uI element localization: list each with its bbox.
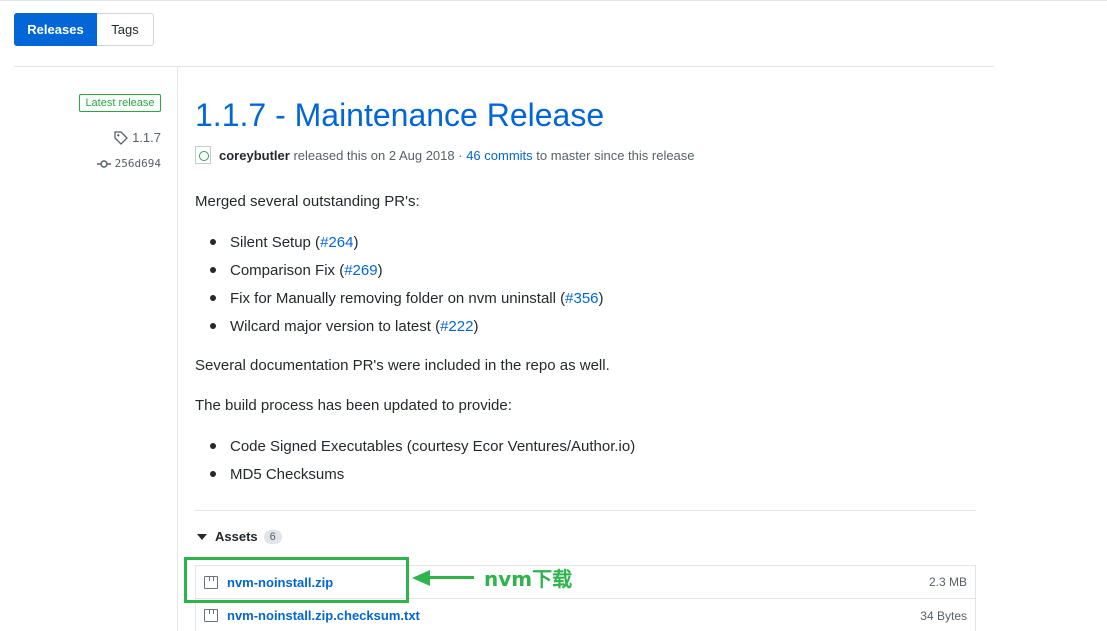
list-item: Code Signed Executables (courtesy Ecor V… — [195, 432, 635, 460]
tab-tags[interactable]: Tags — [97, 13, 154, 46]
build-list: Code Signed Executables (courtesy Ecor V… — [195, 432, 635, 488]
avatar[interactable] — [195, 146, 211, 164]
intro-text: Merged several outstanding PR's: — [195, 193, 420, 210]
pr-list: Silent Setup (#264) Comparison Fix (#269… — [195, 228, 604, 340]
list-item: Wilcard major version to latest (#222) — [195, 312, 604, 340]
assets-label: Assets — [215, 529, 258, 544]
build-intro: The build process has been updated to pr… — [195, 397, 512, 414]
asset-download-link[interactable]: nvm-noinstall.zip.checksum.txt — [227, 608, 420, 623]
docs-note: Several documentation PR's were included… — [195, 357, 610, 374]
commits-link[interactable]: 46 commits — [466, 148, 532, 163]
list-item: Silent Setup (#264) — [195, 228, 604, 256]
latest-release-badge: Latest release — [79, 94, 161, 112]
commit-sha: 256d694 — [114, 157, 161, 170]
assets-toggle[interactable]: Assets 6 — [197, 529, 282, 544]
asset-size: 2.3 MB — [928, 575, 967, 589]
release-tabs: Releases Tags — [14, 13, 154, 46]
list-item: Fix for Manually removing folder on nvm … — [195, 284, 604, 312]
assets-divider — [195, 510, 976, 511]
assets-count: 6 — [263, 529, 282, 544]
commit-icon — [96, 159, 111, 168]
tag-label: 1.1.7 — [132, 130, 161, 145]
top-border — [0, 0, 1107, 1]
caret-down-icon — [197, 533, 207, 540]
released-text: released this on 2 Aug 2018 · — [293, 147, 463, 163]
divider — [14, 66, 994, 67]
pr-link[interactable]: #356 — [565, 290, 598, 307]
tag-link[interactable]: 1.1.7 — [114, 130, 161, 145]
list-item: MD5 Checksums — [195, 460, 635, 488]
package-icon — [204, 609, 218, 622]
release-title[interactable]: 1.1.7 - Maintenance Release — [195, 97, 604, 134]
timeline-line — [177, 67, 178, 631]
since-text: to master since this release — [536, 147, 695, 163]
tag-icon — [114, 130, 128, 145]
pr-link[interactable]: #264 — [320, 234, 353, 251]
pr-link[interactable]: #222 — [440, 318, 473, 335]
commit-link[interactable]: 256d694 — [96, 157, 161, 170]
list-item: Comparison Fix (#269) — [195, 256, 604, 284]
tab-releases[interactable]: Releases — [14, 13, 97, 46]
pr-link[interactable]: #269 — [344, 262, 377, 279]
annotation-highlight-box — [184, 557, 409, 603]
annotation-label: nvm下载 — [484, 567, 573, 591]
asset-row: nvm-noinstall.zip.checksum.txt 34 Bytes — [195, 599, 976, 631]
asset-size: 34 Bytes — [920, 608, 967, 623]
release-meta: coreybutler released this on 2 Aug 2018 … — [195, 146, 695, 164]
author-link[interactable]: coreybutler — [219, 148, 290, 163]
annotation-arrow-line — [428, 576, 474, 579]
